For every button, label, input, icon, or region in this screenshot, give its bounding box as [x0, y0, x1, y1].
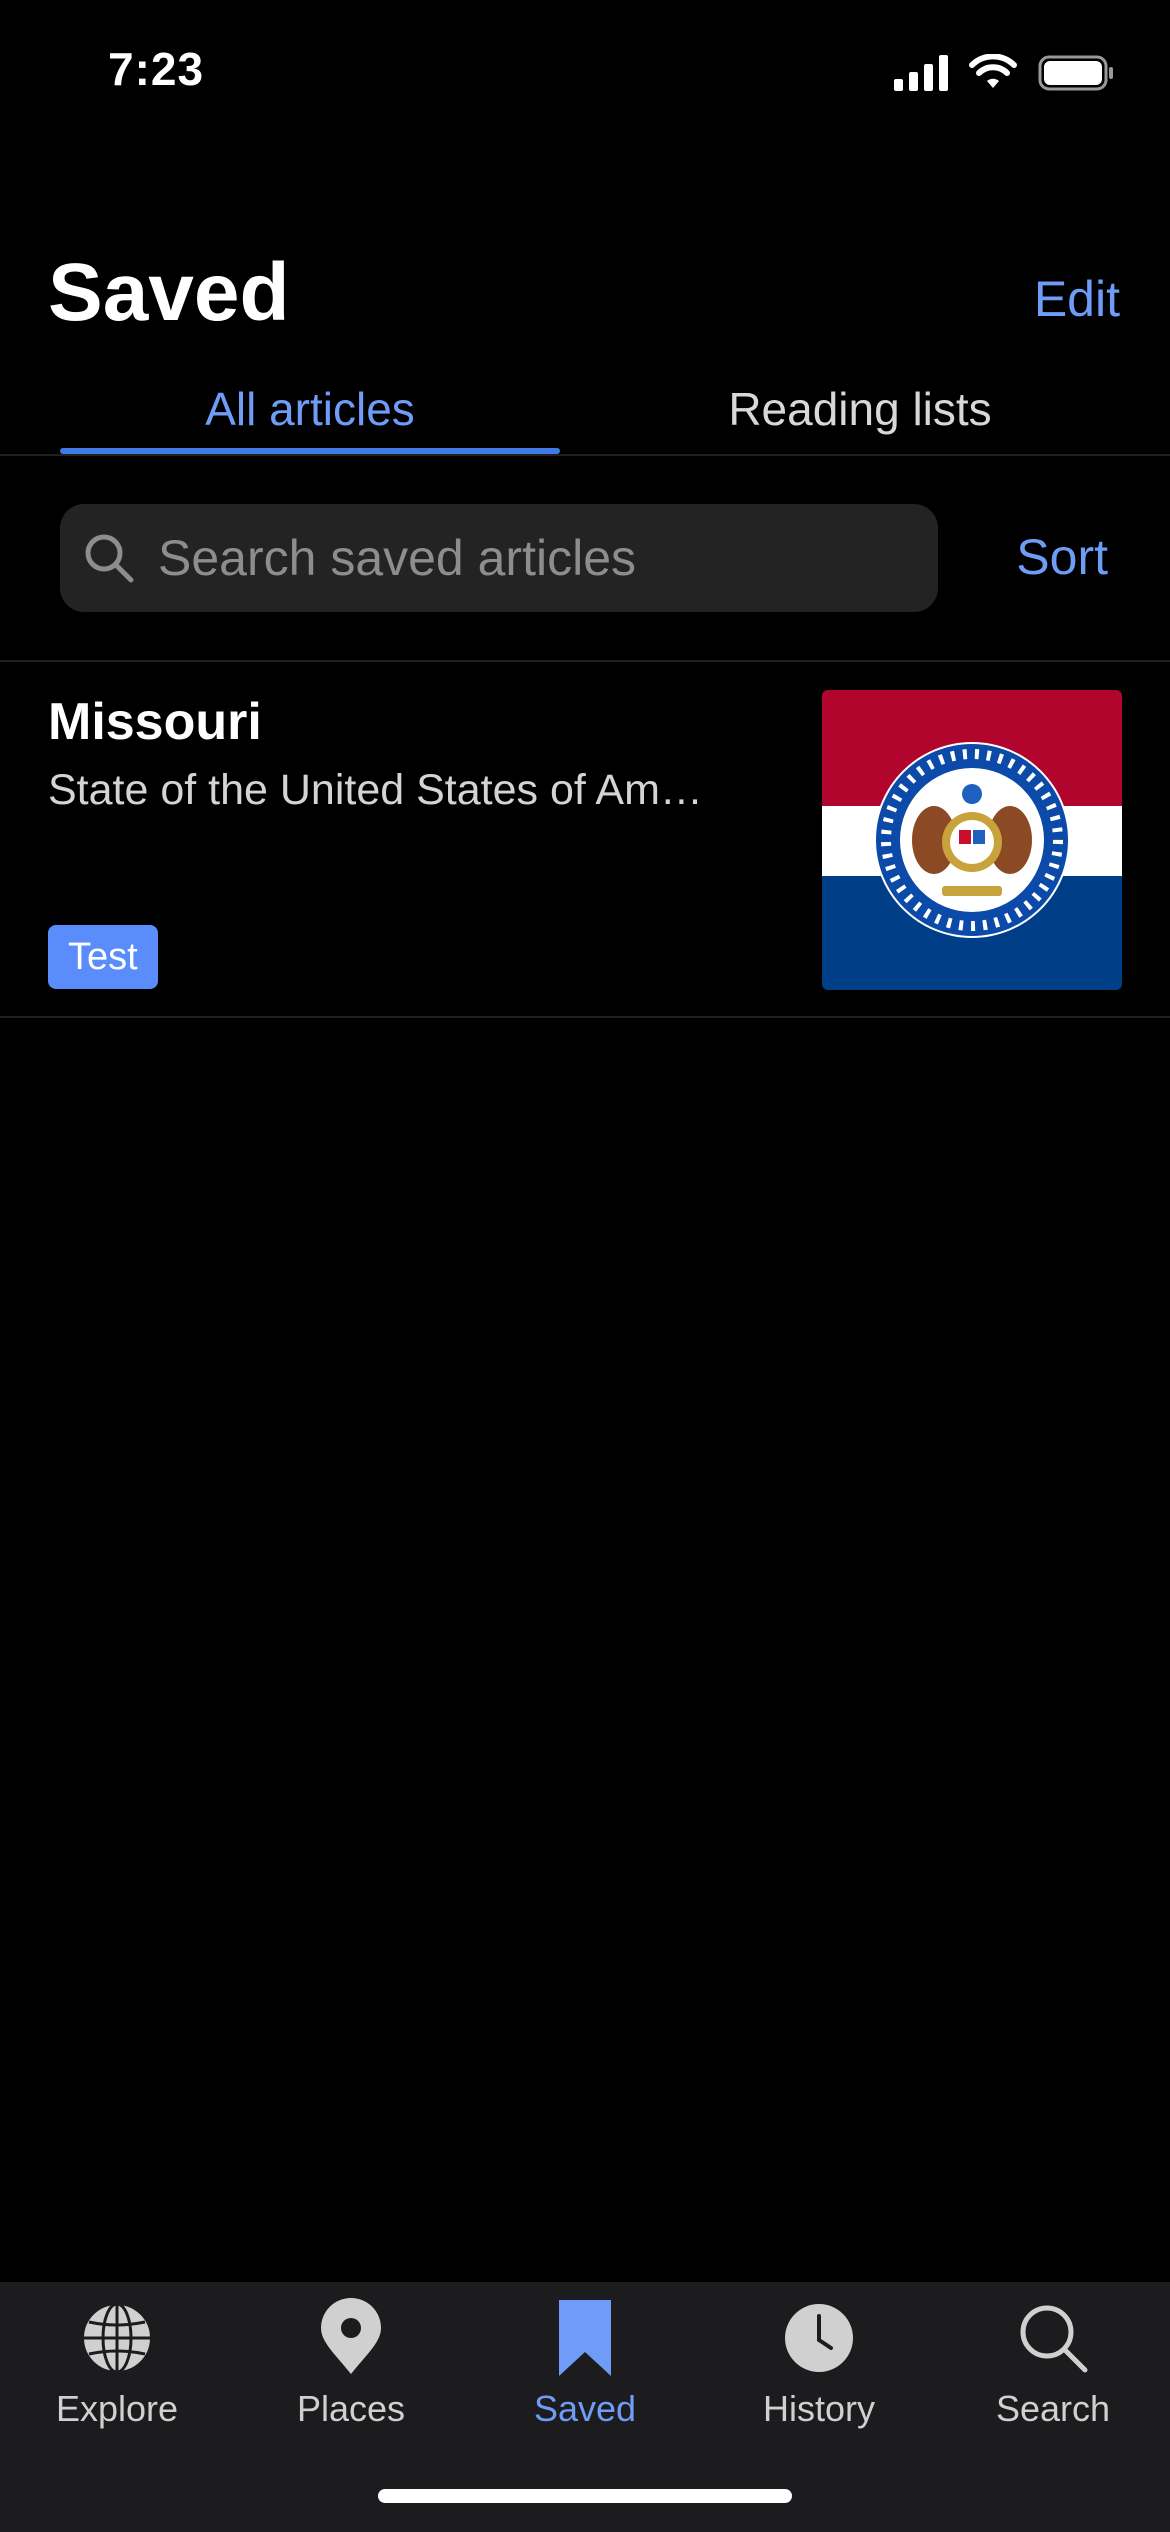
edit-button[interactable]: Edit — [1034, 270, 1120, 328]
tabbar-item-places[interactable]: Places — [234, 2282, 468, 2432]
search-icon — [1020, 2305, 1088, 2373]
home-indicator — [378, 2489, 792, 2503]
page-title: Saved — [48, 247, 290, 338]
active-tab-indicator — [60, 448, 560, 454]
tabbar-label: Explore — [55, 2388, 179, 2429]
article-description: State of the United States of Am… — [48, 766, 703, 814]
wifi-icon — [969, 54, 1017, 88]
tabbar-item-history[interactable]: History — [702, 2282, 936, 2432]
status-bar: 7:23 — [0, 0, 1170, 150]
clock-icon — [785, 2304, 853, 2372]
search-input[interactable]: Search saved articles — [60, 504, 938, 612]
saved-screen: 7:23 Saved Edit All articles Reading lis… — [0, 0, 1170, 2532]
tab-all-articles[interactable]: All articles — [60, 370, 560, 456]
search-placeholder: Search saved articles — [158, 530, 637, 586]
sort-button[interactable]: Sort — [1016, 528, 1108, 586]
list-item[interactable]: Missouri State of the United States of A… — [0, 662, 1170, 1018]
globe-icon — [82, 2302, 152, 2374]
tabbar-item-saved[interactable]: Saved — [468, 2282, 702, 2432]
search-icon — [85, 534, 134, 583]
tabbar-item-search[interactable]: Search — [936, 2282, 1170, 2432]
cellular-signal-icon — [894, 55, 948, 91]
battery-icon — [1038, 55, 1113, 91]
tabbar-item-explore[interactable]: Explore — [0, 2282, 234, 2432]
status-icons — [894, 54, 1116, 92]
tabbar-label: Search — [995, 2388, 1111, 2429]
map-pin-icon — [321, 2298, 381, 2374]
tabbar-label: Places — [296, 2388, 406, 2429]
status-time: 7:23 — [108, 43, 205, 95]
article-thumbnail — [822, 690, 1122, 990]
reading-list-tag[interactable]: Test — [48, 925, 158, 989]
tabbar-label: Saved — [533, 2388, 637, 2429]
missouri-flag-image — [822, 690, 1122, 990]
tab-reading-lists[interactable]: Reading lists — [610, 370, 1110, 456]
segment-tabs: All articles Reading lists — [0, 370, 1170, 456]
bookmark-icon — [559, 2300, 611, 2376]
article-title: Missouri — [48, 693, 262, 751]
tabbar-label: History — [762, 2388, 875, 2429]
